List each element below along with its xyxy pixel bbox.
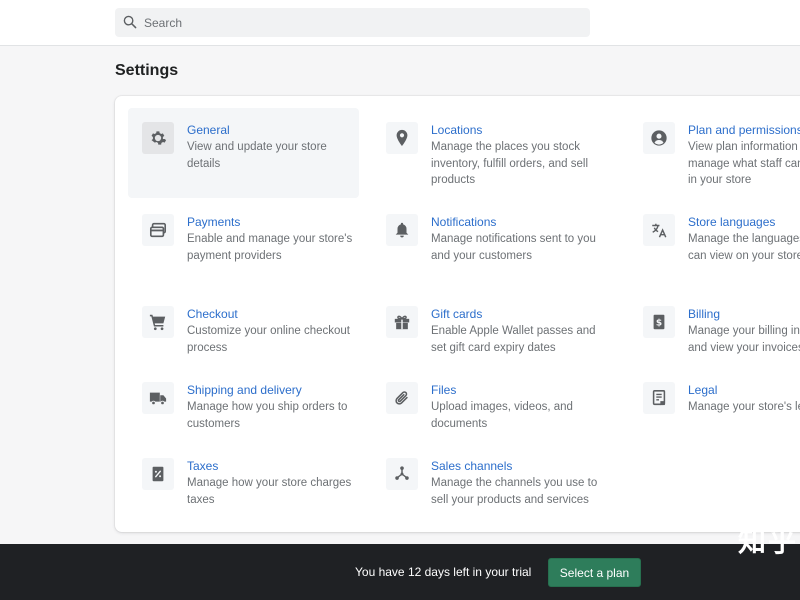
- settings-item-title: Store languages: [688, 215, 776, 229]
- top-bar: [0, 0, 800, 46]
- bell-icon: [395, 222, 409, 238]
- settings-item-description: Manage your billing information and view…: [688, 325, 800, 354]
- settings-item-title: Checkout: [187, 307, 238, 321]
- location-pin-icon: [396, 129, 408, 147]
- select-plan-button[interactable]: Select a plan: [548, 558, 641, 587]
- settings-item-description: View and update your store details: [187, 141, 327, 170]
- trial-banner: You have 12 days left in your trial Sele…: [0, 544, 800, 600]
- page-title: Settings: [115, 62, 179, 79]
- credit-card-icon: [149, 222, 167, 238]
- settings-item-title: Shipping and delivery: [187, 383, 302, 397]
- settings-item-title: Plan and permissions: [688, 123, 800, 137]
- settings-item-title: Billing: [688, 307, 721, 321]
- translate-icon: [652, 223, 667, 238]
- user-circle-icon: [651, 130, 667, 146]
- settings-item-title: Legal: [688, 383, 718, 397]
- settings-item-files[interactable]: Files Upload images, videos, and documen…: [372, 368, 603, 442]
- receipt-icon: [152, 466, 164, 482]
- settings-item-title: General: [187, 123, 230, 137]
- settings-item-plan-and-permissions[interactable]: Plan and permissions View plan informati…: [629, 108, 800, 196]
- settings-item-description: Manage the languages customers can view …: [688, 233, 800, 262]
- settings-item-title: Files: [431, 383, 457, 397]
- settings-item-title: Locations: [431, 123, 483, 137]
- settings-item-description: View plan information and manage what st…: [688, 141, 800, 186]
- watermark-logo: 知乎: [738, 525, 799, 558]
- channels-icon: [395, 466, 409, 480]
- search-bar[interactable]: [115, 8, 590, 37]
- settings-item-locations[interactable]: Locations Manage the places you stock in…: [372, 108, 603, 196]
- settings-item-description: Manage how you ship orders to customers: [187, 401, 348, 430]
- settings-item-description: Manage your store's legal pages: [688, 401, 800, 413]
- dollar-bill-icon: $: [653, 314, 665, 330]
- settings-item-title: Sales channels: [431, 459, 513, 473]
- settings-item-notifications[interactable]: Notifications Manage notifications sent …: [372, 200, 603, 288]
- truck-icon: [149, 392, 167, 406]
- settings-item-title: Taxes: [187, 459, 219, 473]
- paperclip-icon: [395, 391, 408, 405]
- settings-item-description: Manage notifications sent to you and you…: [431, 233, 596, 262]
- cart-icon: [149, 314, 166, 331]
- settings-item-title: Payments: [187, 215, 241, 229]
- settings-item-description: Customize your online checkout process: [187, 325, 350, 354]
- settings-item-payments[interactable]: Payments Enable and manage your store's …: [128, 200, 359, 288]
- settings-card: General View and update your store detai…: [115, 96, 800, 532]
- settings-item-description: Manage the channels you use to sell your…: [431, 477, 598, 506]
- settings-item-general[interactable]: General View and update your store detai…: [128, 108, 359, 198]
- settings-item-gift-cards[interactable]: Gift cards Enable Apple Wallet passes an…: [372, 292, 603, 366]
- settings-item-title: Notifications: [431, 215, 497, 229]
- gear-icon: [151, 131, 167, 145]
- settings-item-description: Enable and manage your store's payment p…: [187, 233, 353, 262]
- svg-text:$: $: [656, 319, 662, 329]
- settings-item-sales-channels[interactable]: Sales channels Manage the channels you u…: [372, 444, 603, 518]
- settings-item-billing[interactable]: $ Billing Manage your billing informatio…: [629, 292, 800, 366]
- settings-item-checkout[interactable]: Checkout Customize your online checkout …: [128, 292, 359, 366]
- settings-item-title: Gift cards: [431, 307, 483, 321]
- settings-item-taxes[interactable]: Taxes Manage how your store charges taxe…: [128, 444, 359, 518]
- settings-item-legal[interactable]: Legal Manage your store's legal pages: [629, 368, 800, 442]
- settings-item-description: Manage the places you stock inventory, f…: [431, 141, 589, 186]
- search-icon: [123, 15, 137, 29]
- settings-item-shipping-and-delivery[interactable]: Shipping and delivery Manage how you shi…: [128, 368, 359, 442]
- settings-item-description: Upload images, videos, and documents: [431, 401, 573, 430]
- search-input[interactable]: [144, 8, 584, 37]
- settings-item-store-languages[interactable]: Store languages Manage the languages cus…: [629, 200, 800, 288]
- document-icon: [652, 390, 666, 406]
- trial-message: You have 12 days left in your trial: [355, 565, 532, 579]
- settings-item-description: Manage how your store charges taxes: [187, 477, 352, 506]
- settings-item-description: Enable Apple Wallet passes and set gift …: [431, 325, 596, 354]
- gift-icon: [394, 315, 410, 330]
